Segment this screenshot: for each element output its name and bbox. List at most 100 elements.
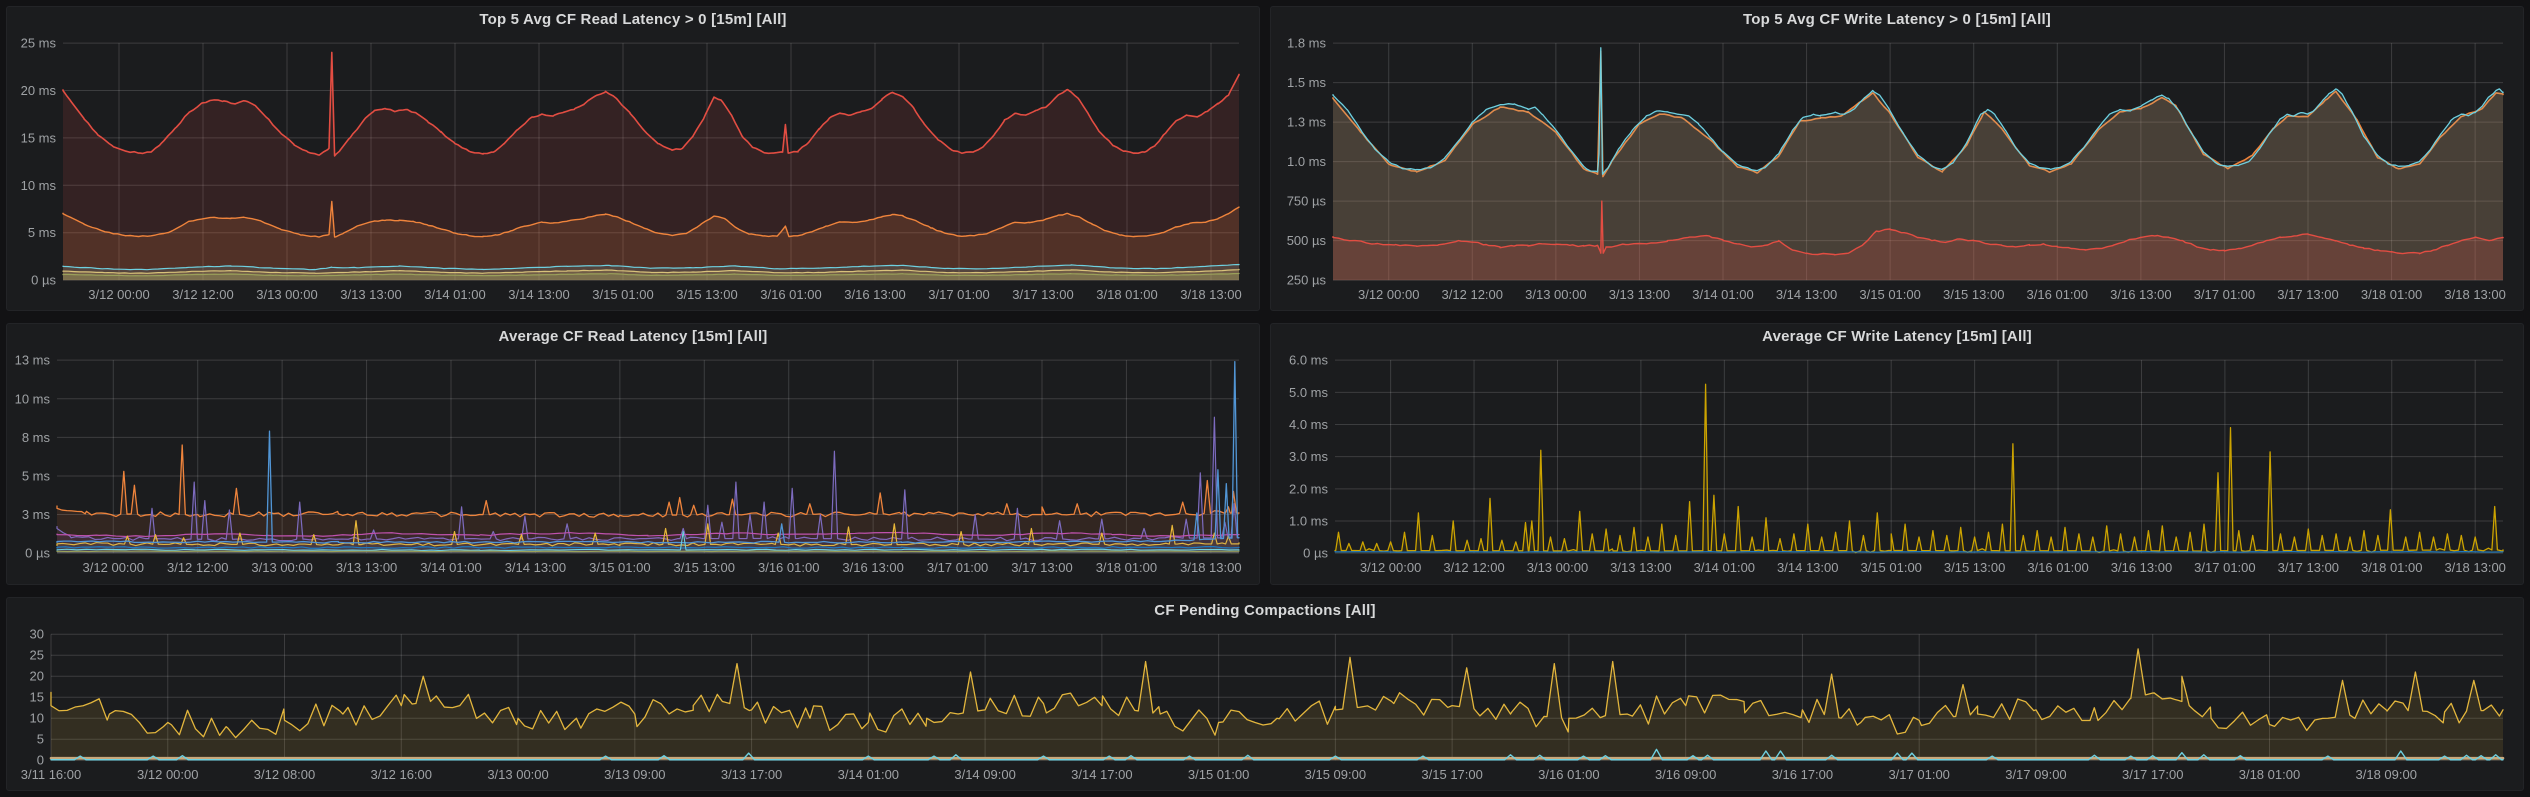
- svg-text:3/13 00:00: 3/13 00:00: [1525, 287, 1586, 302]
- panel-title-avg-write-latency[interactable]: Average CF Write Latency [15m] [All]: [1271, 324, 2523, 350]
- svg-text:0 µs: 0 µs: [1303, 546, 1328, 561]
- svg-text:3/13 09:00: 3/13 09:00: [604, 767, 665, 782]
- svg-text:3/18 13:00: 3/18 13:00: [2444, 287, 2505, 302]
- panel-title-top5-write-latency[interactable]: Top 5 Avg CF Write Latency > 0 [15m] [Al…: [1271, 7, 2523, 33]
- chart-avg-read-latency[interactable]: 0 µs 3 ms 5 ms 8 ms 10 ms 13 ms 3/12 00:00 3/12…: [7, 350, 1259, 583]
- panel-avg-write-latency: Average CF Write Latency [15m] [All] 0 µ…: [1270, 323, 2524, 584]
- svg-text:3/14 09:00: 3/14 09:00: [954, 767, 1015, 782]
- svg-text:3/17 01:00: 3/17 01:00: [928, 287, 989, 302]
- svg-text:3/13 13:00: 3/13 13:00: [336, 560, 397, 575]
- svg-text:3/14 01:00: 3/14 01:00: [420, 560, 481, 575]
- panel-title-top5-read-latency[interactable]: Top 5 Avg CF Read Latency > 0 [15m] [All…: [7, 7, 1259, 33]
- svg-text:5: 5: [37, 731, 44, 746]
- svg-text:3/12 16:00: 3/12 16:00: [371, 767, 432, 782]
- svg-text:3/14 01:00: 3/14 01:00: [838, 767, 899, 782]
- svg-text:3/14 01:00: 3/14 01:00: [424, 287, 485, 302]
- svg-text:750 µs: 750 µs: [1287, 194, 1327, 209]
- chart-pending-compactions[interactable]: 0510152025303/11 16:003/12 00:003/12 08:…: [7, 624, 2523, 790]
- svg-text:3 ms: 3 ms: [22, 507, 51, 522]
- svg-text:3/15 13:00: 3/15 13:00: [676, 287, 737, 302]
- panel-title-avg-read-latency[interactable]: Average CF Read Latency [15m] [All]: [7, 324, 1259, 350]
- svg-text:3/17 01:00: 3/17 01:00: [2194, 287, 2255, 302]
- dashboard-row-2: Average CF Read Latency [15m] [All] 0 µs…: [6, 323, 2524, 584]
- dashboard-row-1: Top 5 Avg CF Read Latency > 0 [15m] [All…: [6, 6, 2524, 311]
- svg-text:0 µs: 0 µs: [31, 273, 56, 288]
- svg-text:3/16 17:00: 3/16 17:00: [1772, 767, 1833, 782]
- panel-top5-write-latency: Top 5 Avg CF Write Latency > 0 [15m] [Al…: [1270, 6, 2524, 311]
- svg-text:5 ms: 5 ms: [28, 225, 57, 240]
- svg-text:3/12 00:00: 3/12 00:00: [137, 767, 198, 782]
- svg-text:3/17 13:00: 3/17 13:00: [2277, 287, 2338, 302]
- svg-text:5 ms: 5 ms: [22, 469, 51, 484]
- svg-text:3/14 13:00: 3/14 13:00: [1776, 287, 1837, 302]
- svg-text:3/18 01:00: 3/18 01:00: [2239, 767, 2300, 782]
- svg-text:3/15 01:00: 3/15 01:00: [1859, 287, 1920, 302]
- svg-text:3/13 00:00: 3/13 00:00: [251, 560, 312, 575]
- svg-text:3/12 00:00: 3/12 00:00: [88, 287, 149, 302]
- svg-text:3/16 13:00: 3/16 13:00: [2111, 560, 2172, 575]
- svg-text:4.0 ms: 4.0 ms: [1289, 417, 1329, 432]
- svg-text:3/14 01:00: 3/14 01:00: [1694, 560, 1755, 575]
- svg-text:3/17 01:00: 3/17 01:00: [1888, 767, 1949, 782]
- dashboard: Top 5 Avg CF Read Latency > 0 [15m] [All…: [0, 0, 2530, 797]
- svg-text:3/16 01:00: 3/16 01:00: [760, 287, 821, 302]
- svg-text:3/14 13:00: 3/14 13:00: [1777, 560, 1838, 575]
- svg-text:10 ms: 10 ms: [21, 178, 57, 193]
- svg-text:3/17 13:00: 3/17 13:00: [2278, 560, 2339, 575]
- svg-text:3/13 00:00: 3/13 00:00: [487, 767, 548, 782]
- svg-text:3/18 09:00: 3/18 09:00: [2356, 767, 2417, 782]
- svg-text:1.3 ms: 1.3 ms: [1287, 115, 1327, 130]
- svg-text:3/17 01:00: 3/17 01:00: [927, 560, 988, 575]
- svg-text:13 ms: 13 ms: [15, 353, 51, 368]
- chart-avg-write-latency[interactable]: 0 µs1.0 ms2.0 ms3.0 ms4.0 ms5.0 ms6.0 ms…: [1271, 350, 2523, 583]
- svg-text:3/15 01:00: 3/15 01:00: [592, 287, 653, 302]
- svg-text:3/18 01:00: 3/18 01:00: [2361, 287, 2422, 302]
- svg-text:3/18 13:00: 3/18 13:00: [1180, 287, 1241, 302]
- svg-text:3/12 12:00: 3/12 12:00: [1442, 287, 1503, 302]
- svg-text:3.0 ms: 3.0 ms: [1289, 449, 1329, 464]
- svg-text:30: 30: [30, 626, 44, 641]
- svg-text:3/18 13:00: 3/18 13:00: [2444, 560, 2505, 575]
- svg-text:3/17 01:00: 3/17 01:00: [2194, 560, 2255, 575]
- svg-text:3/13 17:00: 3/13 17:00: [721, 767, 782, 782]
- svg-text:3/13 13:00: 3/13 13:00: [1609, 287, 1670, 302]
- svg-text:15: 15: [30, 689, 44, 704]
- svg-text:3/16 13:00: 3/16 13:00: [844, 287, 905, 302]
- svg-text:1.5 ms: 1.5 ms: [1287, 75, 1327, 90]
- chart-top5-write-latency[interactable]: 250 µs500 µs750 µs1.0 ms1.3 ms1.5 ms1.8 …: [1271, 33, 2523, 310]
- svg-text:3/12 00:00: 3/12 00:00: [1358, 287, 1419, 302]
- svg-text:25 ms: 25 ms: [21, 36, 57, 51]
- svg-text:3/12 12:00: 3/12 12:00: [167, 560, 228, 575]
- svg-text:3/18 01:00: 3/18 01:00: [1096, 560, 1157, 575]
- svg-text:8 ms: 8 ms: [22, 430, 51, 445]
- svg-text:3/16 01:00: 3/16 01:00: [2027, 560, 2088, 575]
- svg-text:5.0 ms: 5.0 ms: [1289, 385, 1329, 400]
- svg-text:3/11 16:00: 3/11 16:00: [21, 767, 81, 782]
- svg-text:3/17 09:00: 3/17 09:00: [2005, 767, 2066, 782]
- svg-text:500 µs: 500 µs: [1287, 233, 1327, 248]
- panel-top5-read-latency: Top 5 Avg CF Read Latency > 0 [15m] [All…: [6, 6, 1260, 311]
- svg-text:250 µs: 250 µs: [1287, 273, 1327, 288]
- svg-text:3/15 17:00: 3/15 17:00: [1421, 767, 1482, 782]
- svg-text:1.8 ms: 1.8 ms: [1287, 36, 1327, 51]
- svg-text:3/17 13:00: 3/17 13:00: [1011, 560, 1072, 575]
- panel-title-pending-compactions[interactable]: CF Pending Compactions [All]: [7, 598, 2523, 624]
- svg-text:3/17 17:00: 3/17 17:00: [2122, 767, 2183, 782]
- svg-text:0 µs: 0 µs: [25, 546, 50, 561]
- svg-text:3/12 00:00: 3/12 00:00: [83, 560, 144, 575]
- svg-text:3/16 01:00: 3/16 01:00: [2027, 287, 2088, 302]
- chart-top5-read-latency[interactable]: 0 µs 5 ms 10 ms 15 ms 20 ms 25 ms 3/12 00:00 3/…: [7, 33, 1259, 310]
- svg-text:3/15 13:00: 3/15 13:00: [1944, 560, 2005, 575]
- svg-text:3/18 13:00: 3/18 13:00: [1180, 560, 1241, 575]
- svg-text:3/12 08:00: 3/12 08:00: [254, 767, 315, 782]
- svg-text:20 ms: 20 ms: [21, 83, 57, 98]
- svg-text:10 ms: 10 ms: [15, 391, 51, 406]
- svg-text:3/18 01:00: 3/18 01:00: [1096, 287, 1157, 302]
- svg-text:3/13 13:00: 3/13 13:00: [1610, 560, 1671, 575]
- svg-text:15 ms: 15 ms: [21, 130, 57, 145]
- svg-text:3/12 12:00: 3/12 12:00: [172, 287, 233, 302]
- svg-text:3/14 01:00: 3/14 01:00: [1692, 287, 1753, 302]
- svg-text:3/12 00:00: 3/12 00:00: [1360, 560, 1421, 575]
- dashboard-row-3: CF Pending Compactions [All] 05101520253…: [6, 597, 2524, 791]
- svg-text:25: 25: [30, 647, 44, 662]
